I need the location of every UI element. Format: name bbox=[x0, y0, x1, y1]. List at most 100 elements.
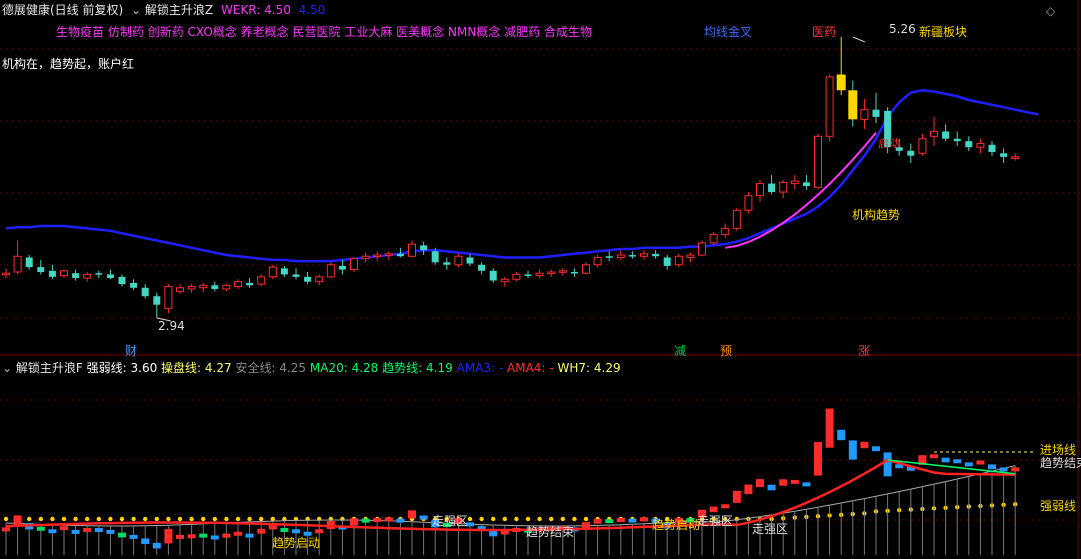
candle-body bbox=[292, 274, 300, 277]
strong-zone-label-2: 走强区 bbox=[697, 514, 734, 528]
candle-body bbox=[25, 257, 33, 268]
candle-body bbox=[95, 273, 103, 275]
operation-block bbox=[234, 531, 242, 536]
candle-body bbox=[756, 183, 764, 197]
operation-block bbox=[60, 526, 68, 531]
weak-line-dot bbox=[479, 516, 484, 522]
ma20-line bbox=[887, 459, 1016, 475]
candle-body bbox=[350, 258, 358, 271]
operation-block bbox=[779, 479, 788, 486]
candle-body bbox=[907, 150, 915, 156]
high-price-label: 5.26 bbox=[889, 22, 916, 36]
strong-zone-label-3: 走强区 bbox=[752, 522, 789, 536]
operation-block bbox=[419, 515, 428, 520]
weak-line-dot bbox=[73, 516, 78, 522]
weak-line-dot bbox=[235, 516, 241, 522]
candle-body bbox=[164, 286, 173, 309]
legend-label: 操盘线: bbox=[161, 361, 202, 375]
strong-zone-label: 走强区 bbox=[432, 514, 469, 528]
candle-body bbox=[628, 255, 636, 257]
operation-block bbox=[616, 518, 625, 522]
candle-body bbox=[1011, 156, 1020, 159]
weak-line-dot bbox=[50, 516, 55, 522]
weak-line-dot bbox=[154, 516, 159, 522]
weak-line-dot bbox=[61, 516, 67, 522]
weak-line-dot bbox=[560, 516, 565, 522]
weak-line-dot bbox=[27, 516, 32, 522]
weak-line-dot bbox=[131, 516, 136, 522]
weak-line-dot bbox=[502, 516, 507, 522]
candle-body bbox=[524, 274, 532, 276]
candle-body bbox=[130, 282, 138, 288]
candle-body bbox=[768, 183, 776, 193]
trend-label: 机构趋势 bbox=[852, 208, 901, 222]
candle-body bbox=[118, 276, 126, 285]
lower-header: ⌄ 解锁主升浪F 强弱线: 3.60 操盘线: 4.27 安全线: 4.25 M… bbox=[2, 361, 621, 375]
operation-block bbox=[280, 528, 289, 532]
legend-value: - bbox=[498, 361, 504, 375]
candle-body bbox=[616, 254, 625, 258]
weak-line-dot bbox=[201, 516, 206, 522]
candle-body bbox=[825, 76, 834, 137]
candle-body bbox=[37, 267, 45, 272]
candle-body bbox=[187, 286, 196, 290]
candle-body bbox=[373, 254, 382, 258]
candle-body bbox=[640, 253, 648, 257]
legend-label: AMA3: bbox=[456, 361, 496, 375]
panel-toggle-icon[interactable]: ◇ bbox=[1046, 4, 1055, 18]
legend-value: 4.28 bbox=[351, 361, 379, 375]
weak-line-label: 强弱线 bbox=[1040, 499, 1077, 513]
operation-block bbox=[848, 440, 857, 460]
legend-label: AMA4: bbox=[507, 361, 546, 375]
operation-block bbox=[976, 460, 985, 465]
concept-tag: 养老概念 bbox=[240, 25, 289, 39]
wekr-label: WEKR: 4.50 bbox=[220, 3, 291, 17]
ma-line bbox=[5, 89, 1039, 263]
operation-block bbox=[199, 533, 208, 538]
candle-body bbox=[942, 131, 950, 139]
candle-body bbox=[48, 270, 56, 277]
operation-block bbox=[350, 518, 358, 526]
lower-indicator-name[interactable]: 解锁主升浪F bbox=[16, 361, 83, 375]
weak-line-dot bbox=[224, 516, 229, 522]
upper-indicator-name[interactable]: 解锁主升浪Z bbox=[145, 3, 213, 17]
candle-body bbox=[802, 182, 810, 186]
indicator-dropdown-icon[interactable]: ⌄ bbox=[131, 3, 141, 17]
operation-block bbox=[176, 534, 184, 539]
concept-tag: 合成生物 bbox=[544, 25, 593, 39]
operation-block bbox=[2, 527, 10, 532]
weak-line-dot bbox=[189, 516, 194, 522]
candle-body bbox=[280, 268, 288, 275]
weak-line-dot bbox=[212, 516, 217, 522]
weak-line-dot bbox=[143, 516, 148, 522]
operation-block bbox=[825, 408, 834, 448]
candle-body bbox=[582, 264, 590, 274]
operation-block bbox=[988, 464, 996, 470]
candle-body bbox=[199, 284, 208, 289]
candle-body bbox=[674, 255, 683, 266]
operation-block bbox=[257, 528, 266, 534]
concept-tag: 医美概念 bbox=[396, 25, 445, 39]
candle-body bbox=[246, 282, 254, 286]
candle-body bbox=[396, 253, 404, 257]
candle-body bbox=[790, 180, 799, 185]
candle-body bbox=[420, 245, 428, 251]
indicator-dropdown-icon[interactable]: ⌄ bbox=[2, 361, 12, 375]
candle-body bbox=[663, 257, 671, 266]
weak-line-dot bbox=[549, 516, 554, 522]
candle-body bbox=[918, 138, 927, 154]
candle-body bbox=[489, 270, 497, 281]
legend-value: 4.29 bbox=[593, 361, 621, 375]
candle-body bbox=[2, 272, 10, 276]
concept-tag: 减肥药 bbox=[504, 25, 541, 39]
operation-block bbox=[361, 518, 370, 523]
operation-block bbox=[593, 518, 602, 524]
candle-body bbox=[953, 138, 961, 142]
legend-value: 3.60 bbox=[130, 361, 158, 375]
operation-block bbox=[13, 515, 22, 526]
candle-body bbox=[304, 276, 312, 282]
marker-jian: 减 bbox=[674, 344, 687, 358]
upper-header: 德展健康(日线 前复权) ⌄ 解锁主升浪Z WEKR: 4.50 4.50 bbox=[2, 3, 325, 17]
concept-list: 生物疫苗 仿制药 创新药 CXO概念 养老概念 民营医院 工业大麻 医美概念 N… bbox=[56, 25, 592, 39]
operation-block bbox=[709, 506, 718, 513]
